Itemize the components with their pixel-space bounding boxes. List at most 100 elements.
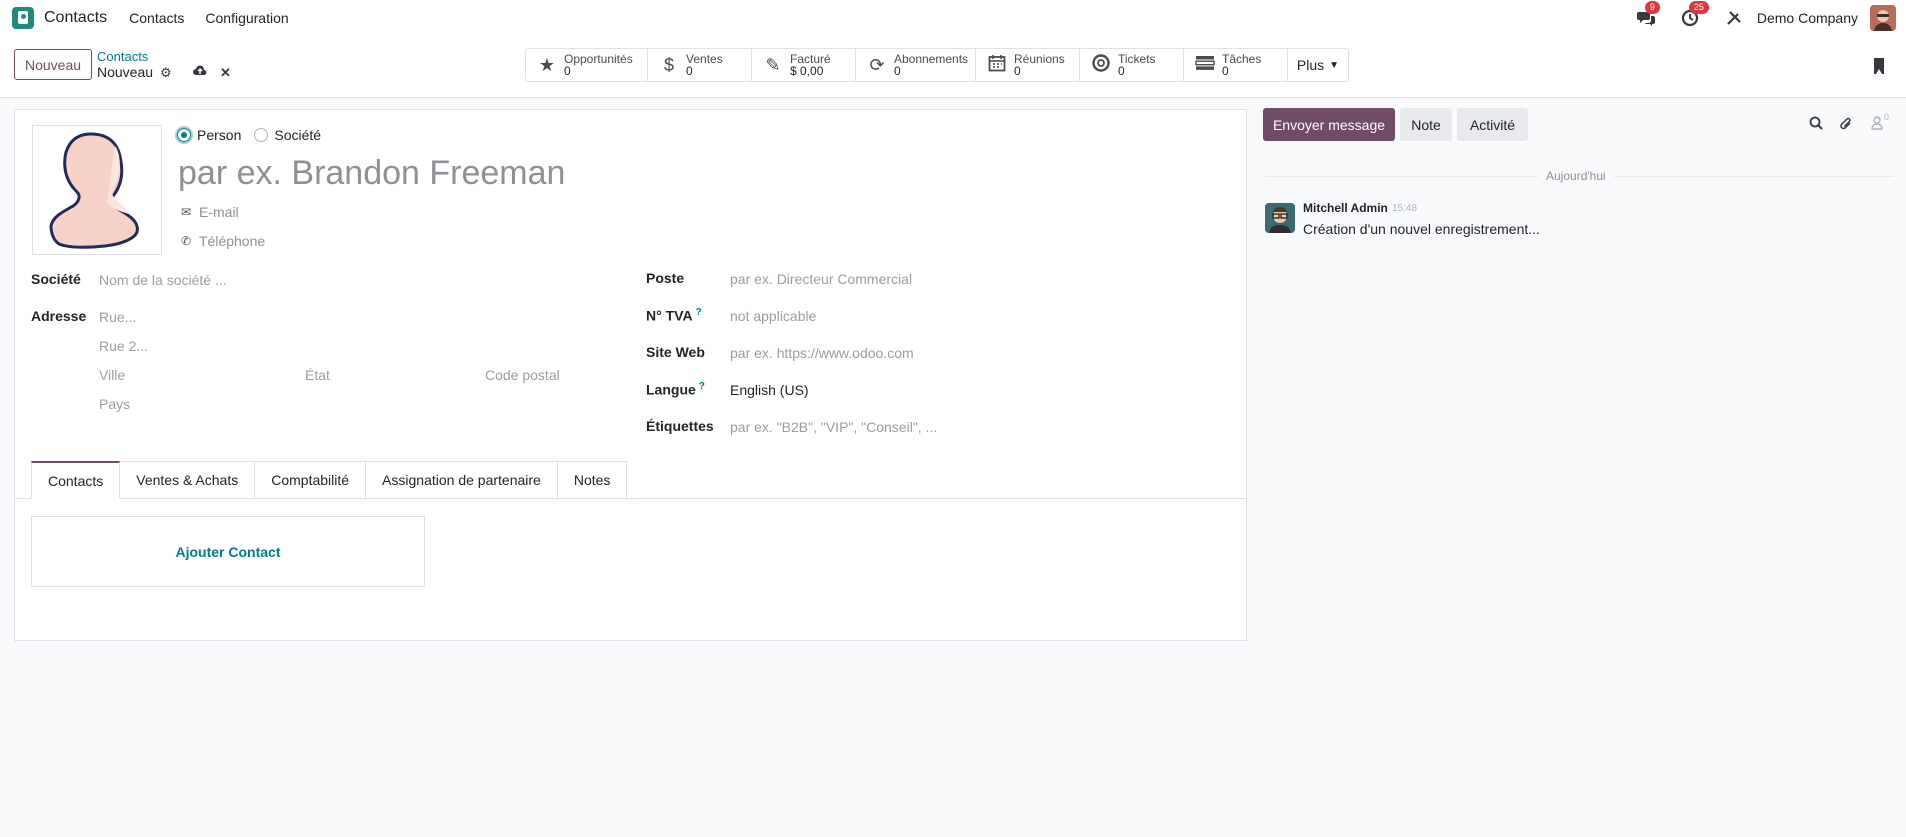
smart-button-opportunities[interactable]: ★ Opportunités 0: [525, 48, 647, 82]
menu-contacts[interactable]: Contacts: [129, 10, 184, 26]
refresh-icon: ⟳: [869, 54, 885, 75]
company-switcher[interactable]: Demo Company: [1757, 10, 1858, 26]
city-input[interactable]: Ville: [99, 367, 125, 383]
company-type-radio: Person Société: [177, 127, 321, 143]
smart-button-subscriptions[interactable]: ⟳ Abonnements 0: [855, 48, 975, 82]
tab-notes[interactable]: Notes: [557, 461, 628, 499]
name-input[interactable]: par ex. Brandon Freeman: [178, 154, 565, 193]
company-label: Société: [31, 271, 81, 287]
message-author[interactable]: Mitchell Admin: [1303, 201, 1388, 215]
envelope-icon: ✉: [180, 205, 192, 219]
tab-contacts[interactable]: Contacts: [31, 461, 121, 499]
save-cloud-icon[interactable]: [193, 64, 207, 79]
add-contact-button[interactable]: Ajouter Contact: [31, 516, 425, 587]
smart-button-meetings[interactable]: Réunions 0: [975, 48, 1079, 82]
address-label: Adresse: [31, 308, 87, 324]
email-placeholder: E-mail: [199, 204, 239, 220]
edit-icon: ✎: [765, 54, 781, 75]
smart-button-value: 0: [1222, 64, 1229, 78]
gear-icon[interactable]: ⚙: [160, 65, 172, 81]
language-label: Langue?: [646, 381, 705, 398]
bookmark-icon[interactable]: [1874, 58, 1884, 74]
radio-person-label[interactable]: Person: [197, 127, 241, 143]
contacts-app-icon[interactable]: [12, 7, 34, 29]
tab-accounting[interactable]: Comptabilité: [255, 461, 367, 499]
schedule-activity-button[interactable]: Activité: [1457, 108, 1528, 141]
radio-company[interactable]: [254, 128, 269, 142]
message-body: Création d'un nouvel enregistrement...: [1303, 221, 1540, 237]
radio-company-label[interactable]: Société: [274, 127, 321, 143]
activity-menu[interactable]: 25: [1679, 1, 1709, 29]
language-help-tooltip[interactable]: ?: [699, 381, 705, 392]
vat-label: N° TVA?: [646, 307, 702, 324]
smart-button-tickets[interactable]: Tickets 0: [1079, 48, 1183, 82]
tags-input[interactable]: par ex. "B2B", "VIP", "Conseil", ...: [730, 419, 937, 435]
send-message-button[interactable]: Envoyer message: [1263, 108, 1395, 141]
notebook-tabs: Contacts Ventes & Achats Comptabilité As…: [31, 461, 628, 499]
menu-configuration[interactable]: Configuration: [205, 10, 288, 26]
caret-down-icon: ▼: [1329, 59, 1340, 71]
followers-count: 0: [1884, 112, 1890, 122]
phone-icon: ✆: [180, 234, 192, 248]
placeholder-person-icon: [49, 132, 139, 249]
message-author-avatar[interactable]: [1265, 203, 1295, 233]
state-input[interactable]: État: [305, 367, 330, 383]
discard-icon[interactable]: ✕: [220, 65, 231, 81]
message-time: 15:48: [1392, 203, 1418, 214]
street2-input[interactable]: Rue 2...: [99, 338, 148, 354]
website-label: Site Web: [646, 344, 705, 360]
smart-buttons: ★ Opportunités 0 $ Ventes 0 ✎ Facturé $ 0,0…: [525, 48, 1349, 82]
messages-count-badge: 9: [1644, 1, 1660, 14]
calendar-icon: [986, 54, 1008, 77]
phone-field[interactable]: ✆ Téléphone: [180, 233, 265, 249]
app-name[interactable]: Contacts: [44, 9, 107, 27]
user-avatar[interactable]: [1870, 5, 1896, 31]
job-input[interactable]: par ex. Directeur Commercial: [730, 271, 912, 287]
top-navbar: Contacts Contacts Configuration 9 25 Dem…: [0, 0, 1906, 36]
radio-person[interactable]: [177, 128, 191, 142]
smart-button-label: Réunions: [1014, 52, 1065, 66]
smart-button-value: 0: [1014, 64, 1021, 78]
smart-button-sales[interactable]: $ Ventes 0: [647, 48, 751, 82]
more-button[interactable]: Plus ▼: [1287, 48, 1349, 82]
tab-sales-purchases[interactable]: Ventes & Achats: [120, 461, 256, 499]
new-button[interactable]: Nouveau: [14, 49, 92, 80]
smart-button-label: Abonnements: [894, 52, 969, 66]
dollar-icon: $: [663, 54, 674, 75]
language-label-text: Langue: [646, 381, 696, 398]
country-input[interactable]: Pays: [99, 396, 130, 412]
messaging-menu[interactable]: 9: [1635, 1, 1660, 29]
tags-label: Étiquettes: [646, 418, 714, 434]
control-panel: Nouveau Contacts Nouveau ⚙ ✕ ★ Opportuni…: [0, 36, 1906, 98]
debug-tools-icon[interactable]: [1723, 7, 1745, 29]
vat-help-tooltip[interactable]: ?: [696, 307, 702, 318]
search-icon[interactable]: [1809, 116, 1823, 133]
smart-button-value: 0: [564, 64, 571, 78]
lifebuoy-icon: [1090, 53, 1112, 77]
smart-button-value: 0: [1118, 64, 1125, 78]
company-input[interactable]: Nom de la société ...: [99, 272, 227, 288]
zip-input[interactable]: Code postal: [485, 367, 560, 383]
tasks-icon: [1194, 55, 1216, 76]
language-select[interactable]: English (US): [730, 382, 809, 398]
smart-button-invoiced[interactable]: ✎ Facturé $ 0,00: [751, 48, 855, 82]
vat-input[interactable]: not applicable: [730, 308, 816, 324]
street-input[interactable]: Rue...: [99, 309, 136, 325]
paperclip-icon[interactable]: [1839, 116, 1853, 135]
website-input[interactable]: par ex. https://www.odoo.com: [730, 345, 914, 361]
job-label: Poste: [646, 270, 685, 286]
followers-button[interactable]: 0: [1871, 112, 1889, 133]
email-field[interactable]: ✉ E-mail: [180, 204, 239, 220]
contact-image-field[interactable]: [32, 125, 162, 255]
log-note-button[interactable]: Note: [1400, 108, 1452, 141]
more-button-label: Plus: [1296, 57, 1325, 73]
phone-placeholder: Téléphone: [199, 233, 266, 249]
tab-partner-assignment[interactable]: Assignation de partenaire: [366, 461, 558, 499]
date-separator-label: Aujourd'hui: [1538, 169, 1614, 183]
smart-button-tasks[interactable]: Tâches 0: [1183, 48, 1287, 82]
tools-icon: [1727, 11, 1741, 25]
activities-count-badge: 25: [1688, 1, 1709, 14]
breadcrumb-current: Nouveau: [97, 64, 154, 80]
smart-button-label: Opportunités: [564, 52, 633, 66]
breadcrumb-contacts[interactable]: Contacts: [97, 49, 148, 64]
